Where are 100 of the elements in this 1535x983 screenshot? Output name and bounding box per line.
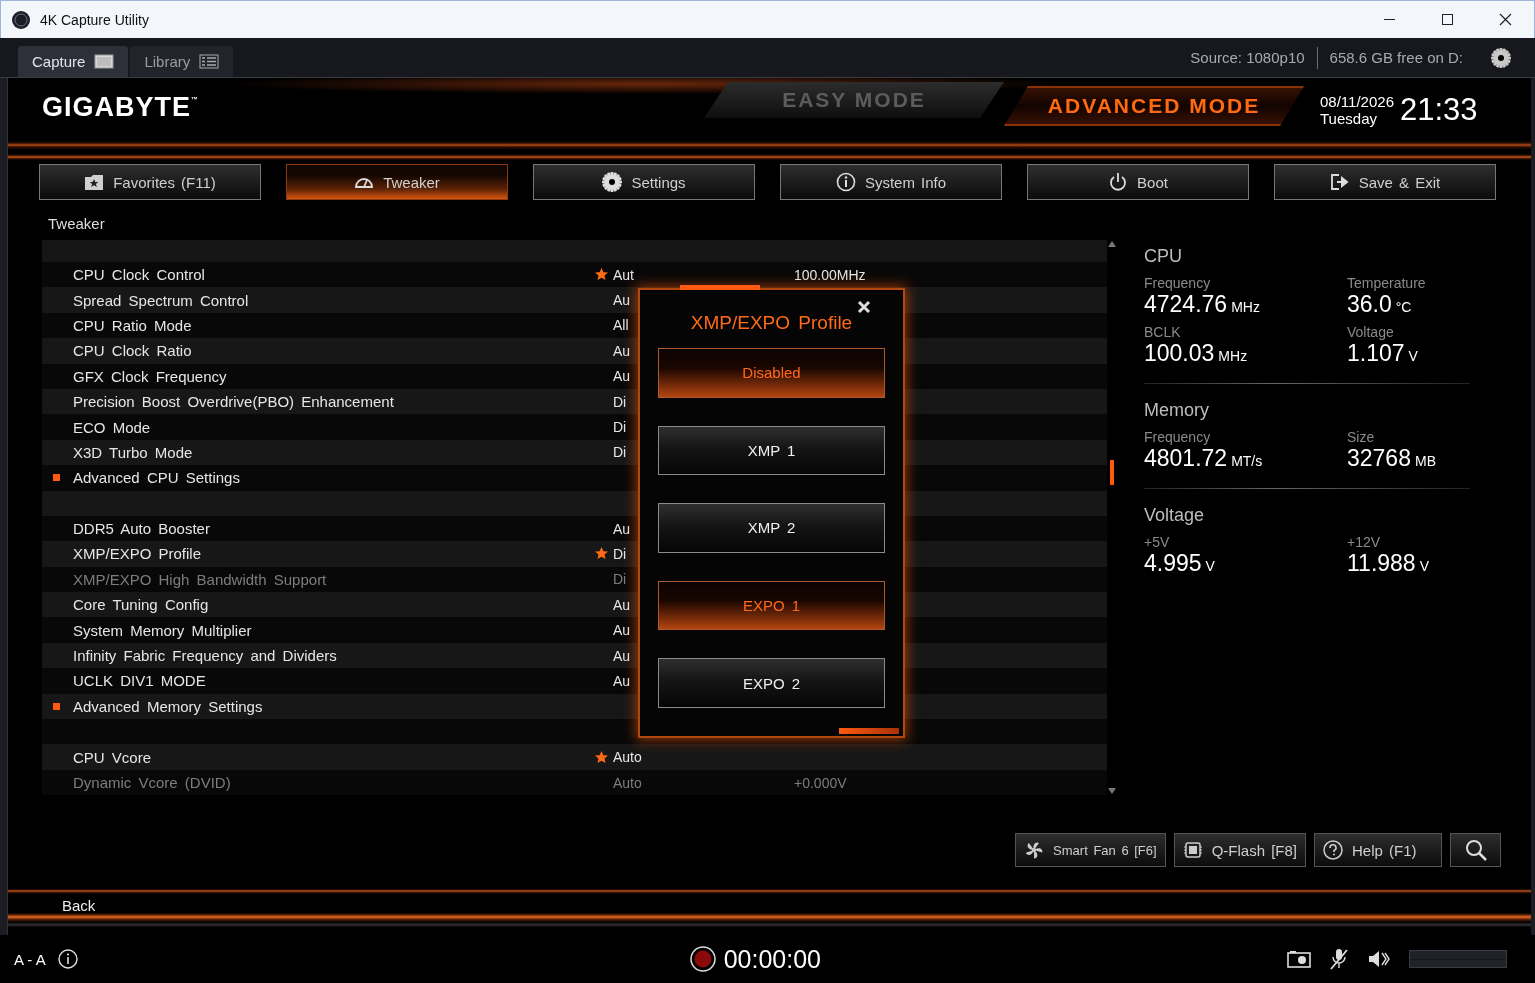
section-title: Tweaker bbox=[47, 214, 105, 234]
record-time: 00:00:00 bbox=[723, 944, 821, 974]
source-label: Source: 1080p10 bbox=[1190, 49, 1305, 66]
setting-value: Au bbox=[613, 672, 631, 689]
setting-value: Di bbox=[613, 444, 627, 461]
reading-label: Size bbox=[1347, 429, 1375, 445]
bullet-icon bbox=[53, 474, 60, 482]
option-button[interactable]: XMP 1 bbox=[658, 425, 885, 476]
nav-tab[interactable]: Tweaker bbox=[286, 164, 508, 200]
exit-icon bbox=[1329, 172, 1350, 192]
nav-tab[interactable]: System Info bbox=[780, 164, 1002, 200]
weekday-label: Tuesday bbox=[1320, 110, 1378, 127]
reading-label: Voltage bbox=[1347, 324, 1394, 340]
setting-label: XMP/EXPO High Bandwidth Support bbox=[73, 570, 327, 588]
setting-value: Di bbox=[613, 546, 627, 562]
reading-label: Frequency bbox=[1144, 275, 1211, 291]
reading-label: Frequency bbox=[1144, 429, 1211, 445]
setting-row[interactable]: CPU Clock Control Aut 100.00MHz bbox=[42, 262, 1107, 288]
free-space-label: 658.6 GB free on D: bbox=[1329, 49, 1463, 66]
close-icon bbox=[857, 300, 871, 314]
setting-value: Di bbox=[613, 419, 627, 436]
info-icon bbox=[57, 949, 78, 969]
speaker-icon[interactable] bbox=[1367, 949, 1391, 969]
reading-value: 100.03 MHz bbox=[1144, 340, 1248, 367]
monitor-heading: CPU bbox=[1144, 246, 1182, 267]
setting-label: DDR5 Auto Booster bbox=[73, 520, 210, 538]
setting-value: 100.00MHz bbox=[794, 266, 866, 283]
setting-label: System Memory Multiplier bbox=[73, 621, 252, 639]
setting-value: Au bbox=[613, 596, 631, 613]
setting-label: CPU Ratio Mode bbox=[73, 316, 192, 334]
setting-value: Di bbox=[613, 571, 627, 588]
channel-label: A - A bbox=[14, 950, 46, 968]
record-button[interactable] bbox=[689, 946, 716, 972]
fan-icon bbox=[1024, 840, 1045, 860]
setting-value: +0.000V bbox=[794, 774, 847, 791]
setting-label: Infinity Fabric Frequency and Dividers bbox=[73, 647, 337, 665]
info-icon bbox=[835, 172, 856, 192]
option-button[interactable]: Disabled bbox=[658, 348, 885, 398]
back-button[interactable]: Back bbox=[62, 887, 96, 914]
list-icon bbox=[199, 54, 220, 69]
minimize-icon bbox=[1383, 19, 1395, 20]
search-icon bbox=[1464, 839, 1487, 861]
nav-tab[interactable]: Settings bbox=[533, 164, 755, 200]
monitor-heading: Memory bbox=[1144, 400, 1209, 421]
setting-value: Au bbox=[613, 368, 631, 385]
reading-label: BCLK bbox=[1144, 324, 1181, 340]
option-button[interactable]: EXPO 1 bbox=[658, 580, 885, 631]
settings-icon[interactable] bbox=[1491, 47, 1511, 68]
option-button[interactable]: EXPO 2 bbox=[658, 658, 885, 708]
setting-label: CPU Vcore bbox=[73, 748, 152, 766]
reading-value: 32768 MB bbox=[1347, 445, 1436, 472]
screen-icon bbox=[94, 54, 115, 69]
setting-value: Au bbox=[613, 647, 631, 664]
setting-label: Precision Boost Overdrive(PBO) Enhancement bbox=[73, 393, 394, 411]
nav-tab[interactable]: Favorites (F11) bbox=[39, 164, 261, 200]
gear-icon bbox=[602, 172, 623, 192]
app-icon bbox=[12, 10, 30, 29]
camera-icon[interactable] bbox=[1287, 950, 1311, 968]
search-button[interactable] bbox=[1450, 833, 1501, 867]
chip-icon bbox=[1182, 840, 1203, 860]
setting-value: Au bbox=[613, 292, 631, 309]
setting-value: Auto bbox=[613, 774, 642, 791]
setting-label: XMP/EXPO Profile bbox=[73, 545, 202, 563]
option-button[interactable]: XMP 2 bbox=[658, 503, 885, 553]
mode-tab[interactable]: ADVANCED MODE bbox=[1004, 86, 1304, 126]
setting-label: CPU Clock Ratio bbox=[73, 342, 192, 360]
submenu-label: Advanced CPU Settings bbox=[73, 469, 240, 487]
nav-tab[interactable]: Boot bbox=[1027, 164, 1249, 200]
setting-label: GFX Clock Frequency bbox=[73, 367, 227, 385]
reading-value: 4724.76 MHz bbox=[1144, 291, 1260, 318]
close-button[interactable] bbox=[855, 298, 873, 316]
setting-value: Au bbox=[613, 342, 631, 359]
setting-value: Au bbox=[613, 622, 631, 639]
tab[interactable]: Capture bbox=[18, 46, 129, 77]
setting-row[interactable]: CPU Vcore Auto bbox=[42, 744, 1107, 770]
reading-value: 4801.72 MT/s bbox=[1144, 445, 1263, 472]
toolbar-button[interactable]: Help (F1) bbox=[1314, 833, 1442, 867]
tab[interactable]: Library bbox=[130, 46, 234, 77]
reading-label: Temperature bbox=[1347, 275, 1426, 291]
record-icon bbox=[689, 946, 716, 972]
setting-label: ECO Mode bbox=[73, 418, 151, 436]
date-label: 08/11/2026 bbox=[1320, 93, 1394, 110]
toolbar-button[interactable]: Q-Flash [F8] bbox=[1173, 833, 1306, 867]
setting-value: Auto bbox=[613, 749, 642, 766]
window-title: 4K Capture Utility bbox=[40, 11, 150, 28]
nav-tab[interactable]: Save & Exit bbox=[1274, 164, 1496, 200]
reading-value: 4.995 V bbox=[1144, 550, 1215, 577]
monitor-heading: Voltage bbox=[1144, 505, 1205, 526]
setting-label: CPU Clock Control bbox=[73, 266, 205, 284]
reading-label: +5V bbox=[1144, 534, 1170, 550]
muted-microphone-icon[interactable] bbox=[1329, 948, 1349, 970]
toolbar-button[interactable]: Smart Fan 6 [F6] bbox=[1015, 833, 1166, 867]
reading-value: 11.988 V bbox=[1347, 550, 1429, 577]
setting-value: All bbox=[613, 317, 629, 334]
setting-label: Dynamic Vcore (DVID) bbox=[73, 774, 231, 791]
setting-label: Core Tuning Config bbox=[73, 596, 209, 614]
power-icon bbox=[1108, 172, 1129, 192]
folder-star-icon bbox=[84, 172, 105, 192]
setting-value: Aut bbox=[613, 266, 634, 283]
setting-label: UCLK DIV1 MODE bbox=[73, 672, 206, 690]
